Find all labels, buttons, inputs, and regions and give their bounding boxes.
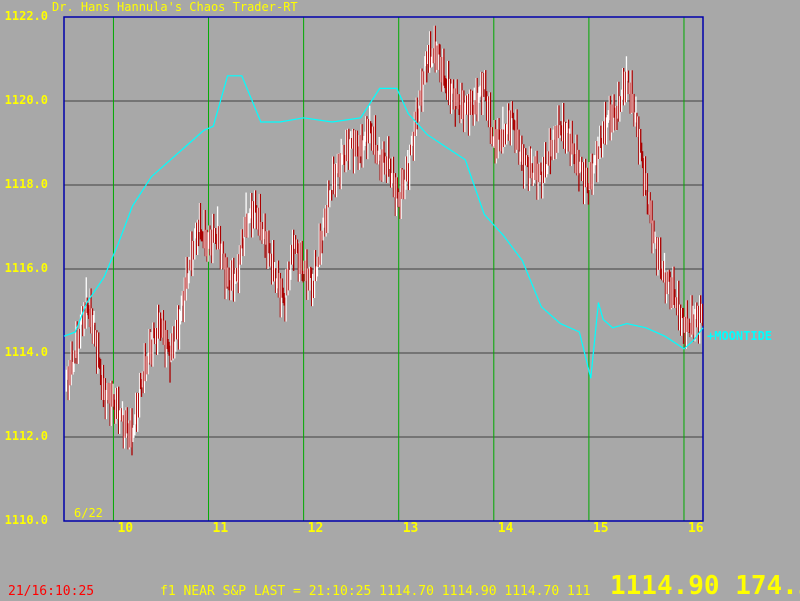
x-tick-label: 12 [307,521,324,536]
x-tick-label: 13 [402,521,419,536]
price-chart [63,16,704,522]
big-price-readout: 1114.90 174.5 [610,571,800,601]
y-tick-label: 1114.0 [4,345,48,359]
y-tick-label: 1116.0 [4,261,48,275]
x-tick-label: 14 [497,521,514,536]
y-tick-label: 1110.0 [4,513,48,527]
quote-line: f1 NEAR S&P LAST = 21:10:25 1114.70 1114… [160,584,591,599]
x-tick-label: 10 [117,521,134,536]
x-tick-label: 11 [212,521,229,536]
y-tick-label: 1118.0 [4,177,48,191]
y-tick-label: 1122.0 [4,9,48,23]
date-label: 6/22 [74,506,103,520]
x-tick-label: 15 [592,521,609,536]
x-tick-label: 16 [687,521,704,536]
status-timestamp: 21/16:10:25 [8,584,95,599]
y-tick-label: 1120.0 [4,93,48,107]
series-label-moontide: +MOONTIDE [707,329,773,343]
y-tick-label: 1112.0 [4,429,48,443]
